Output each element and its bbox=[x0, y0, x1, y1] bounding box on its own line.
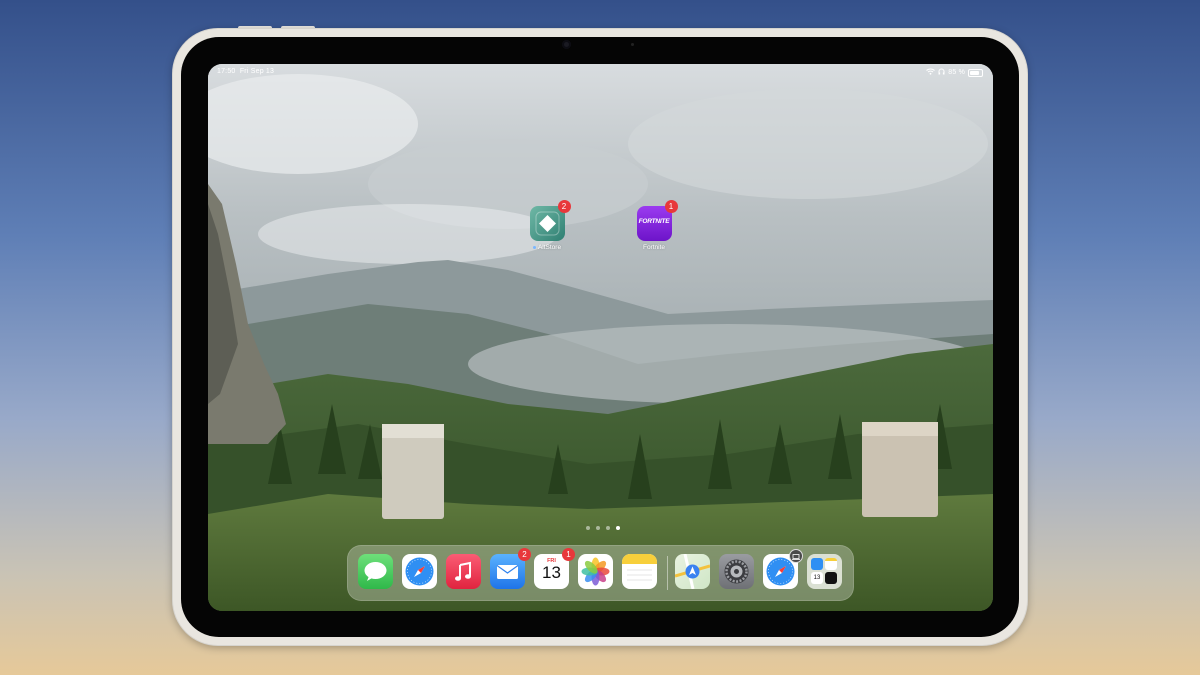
fortnite-icon[interactable]: FORTNITE 1 bbox=[636, 200, 678, 241]
dock: 2 FRI 13 1 13 bbox=[347, 545, 854, 601]
wifi-icon bbox=[926, 68, 936, 77]
page-dot[interactable] bbox=[596, 526, 600, 530]
status-time: 17:50 bbox=[217, 68, 236, 75]
page-dot-active[interactable] bbox=[616, 526, 620, 530]
dock-safari[interactable] bbox=[402, 554, 437, 589]
dock-settings[interactable] bbox=[719, 554, 754, 589]
dock-calendar[interactable]: FRI 13 1 bbox=[534, 548, 575, 589]
music-icon bbox=[455, 561, 471, 581]
altstore-badge: 2 bbox=[557, 200, 571, 213]
app-altstore[interactable]: 2 AltStore bbox=[517, 200, 577, 251]
fortnite-icon-text: FORTNITE bbox=[638, 218, 670, 225]
status-indicators: 85 % bbox=[926, 68, 983, 77]
messages-icon bbox=[364, 562, 387, 581]
altstore-label: AltStore bbox=[517, 244, 577, 251]
fortnite-badge: 1 bbox=[664, 200, 678, 213]
page-dot[interactable] bbox=[606, 526, 610, 530]
status-date: Fri Sep 13 bbox=[239, 68, 275, 75]
dock-messages[interactable] bbox=[358, 554, 393, 589]
status-time-date: 17:50 Fri Sep 13 bbox=[217, 68, 274, 75]
dock-app-library[interactable]: 13 bbox=[807, 554, 842, 589]
altstore-icon[interactable]: 2 bbox=[529, 200, 571, 241]
front-camera bbox=[562, 40, 571, 49]
handoff-icon bbox=[789, 549, 803, 563]
app-fortnite[interactable]: FORTNITE 1 Fortnite bbox=[624, 200, 684, 251]
mini-calendar-icon: 13 bbox=[811, 572, 823, 584]
notes-icon bbox=[622, 554, 657, 581]
safari-icon bbox=[405, 557, 434, 586]
dock-safari-recent[interactable] bbox=[763, 549, 803, 589]
dock-photos[interactable] bbox=[578, 554, 613, 589]
home-screen: 17:50 Fri Sep 13 85 % 2 AltStore FORTNIT… bbox=[208, 64, 993, 611]
battery-percent: 85 % bbox=[948, 69, 965, 76]
maps-icon bbox=[675, 554, 710, 589]
dock-separator bbox=[667, 556, 668, 590]
page-dot[interactable] bbox=[586, 526, 590, 530]
page-indicator[interactable] bbox=[586, 526, 620, 530]
dock-music[interactable] bbox=[446, 554, 481, 589]
fortnite-label: Fortnite bbox=[642, 244, 666, 251]
mini-notes-icon bbox=[825, 558, 837, 570]
mini-safari-icon bbox=[811, 558, 823, 570]
ambient-sensor bbox=[631, 43, 634, 46]
battery-icon bbox=[968, 68, 983, 77]
headphones-icon bbox=[938, 68, 945, 77]
calendar-day-number: 13 bbox=[542, 563, 561, 582]
photos-icon bbox=[581, 557, 610, 586]
app-library-icon: 13 bbox=[811, 558, 838, 585]
calendar-badge: 1 bbox=[562, 548, 575, 561]
dock-mail[interactable]: 2 bbox=[490, 548, 531, 589]
mini-appletv-icon bbox=[825, 572, 837, 584]
dock-maps[interactable] bbox=[675, 554, 710, 589]
dock-notes[interactable] bbox=[622, 554, 657, 589]
mail-badge: 2 bbox=[518, 548, 531, 561]
settings-icon bbox=[724, 559, 749, 584]
